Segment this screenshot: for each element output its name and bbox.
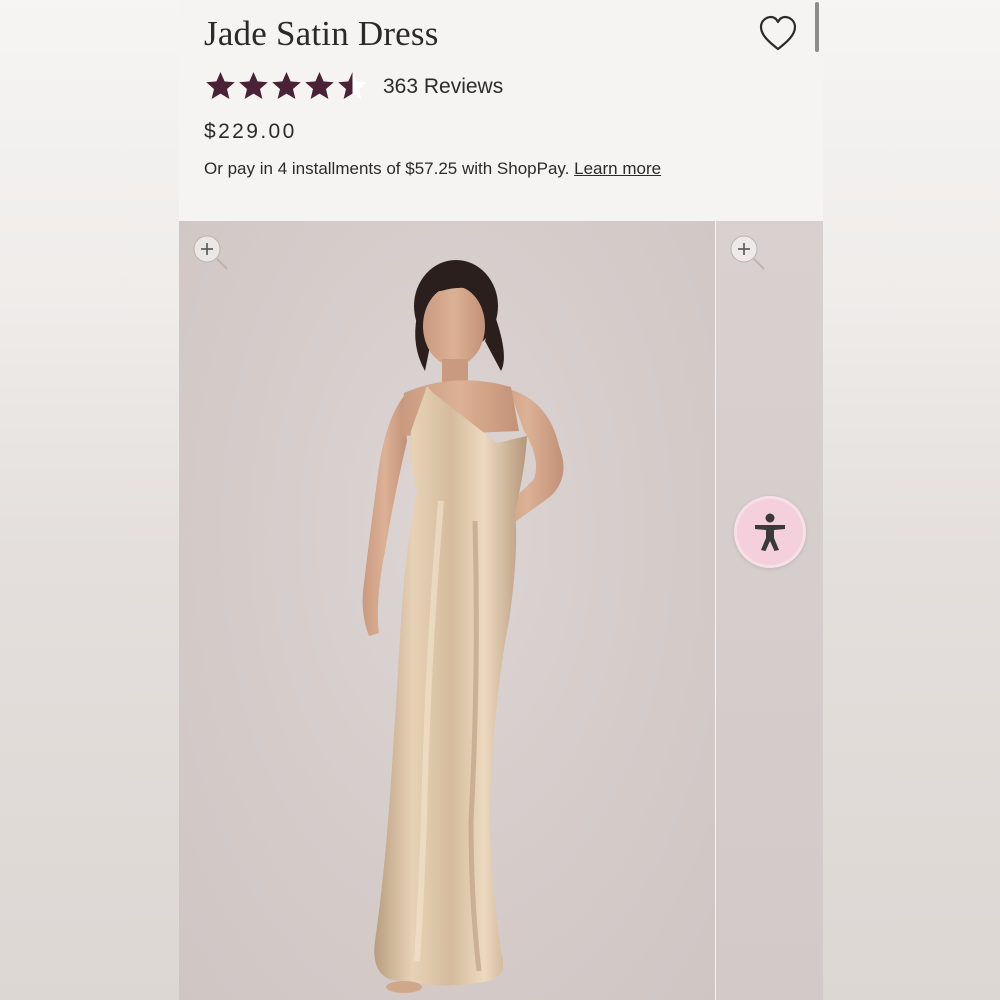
model-photo	[362, 260, 564, 993]
star-icon	[338, 72, 367, 99]
star-icon	[272, 72, 301, 99]
zoom-button[interactable]	[191, 233, 231, 273]
star-icon	[206, 72, 235, 99]
product-title: Jade Satin Dress	[204, 14, 439, 53]
background-left	[0, 0, 179, 1000]
star-icon	[305, 72, 334, 99]
product-image-main[interactable]	[179, 221, 715, 1000]
star-rating	[204, 70, 369, 103]
product-page: Jade Satin Dress 363 Reviews $229.00 Or …	[179, 0, 823, 1000]
zoom-button-next[interactable]	[728, 233, 768, 273]
star-icon	[239, 72, 268, 99]
accessibility-person-icon	[755, 513, 785, 551]
installments-text: Or pay in 4 installments of $57.25 with …	[204, 159, 570, 178]
scroll-indicator[interactable]	[815, 2, 819, 52]
product-price: $229.00	[204, 120, 297, 143]
reviews-link[interactable]: 363 Reviews	[383, 75, 503, 99]
accessibility-button[interactable]	[734, 496, 806, 568]
learn-more-link[interactable]: Learn more	[574, 159, 661, 178]
zoom-in-icon	[730, 235, 765, 270]
installments-info: Or pay in 4 installments of $57.25 with …	[204, 159, 661, 179]
image-gallery[interactable]	[179, 221, 823, 1000]
product-image-next[interactable]	[716, 221, 823, 1000]
zoom-in-icon	[193, 235, 228, 270]
heart-outline-icon	[759, 15, 797, 51]
wishlist-button[interactable]	[757, 14, 799, 54]
background-right	[823, 0, 1000, 1000]
rating-row[interactable]: 363 Reviews	[204, 70, 503, 103]
